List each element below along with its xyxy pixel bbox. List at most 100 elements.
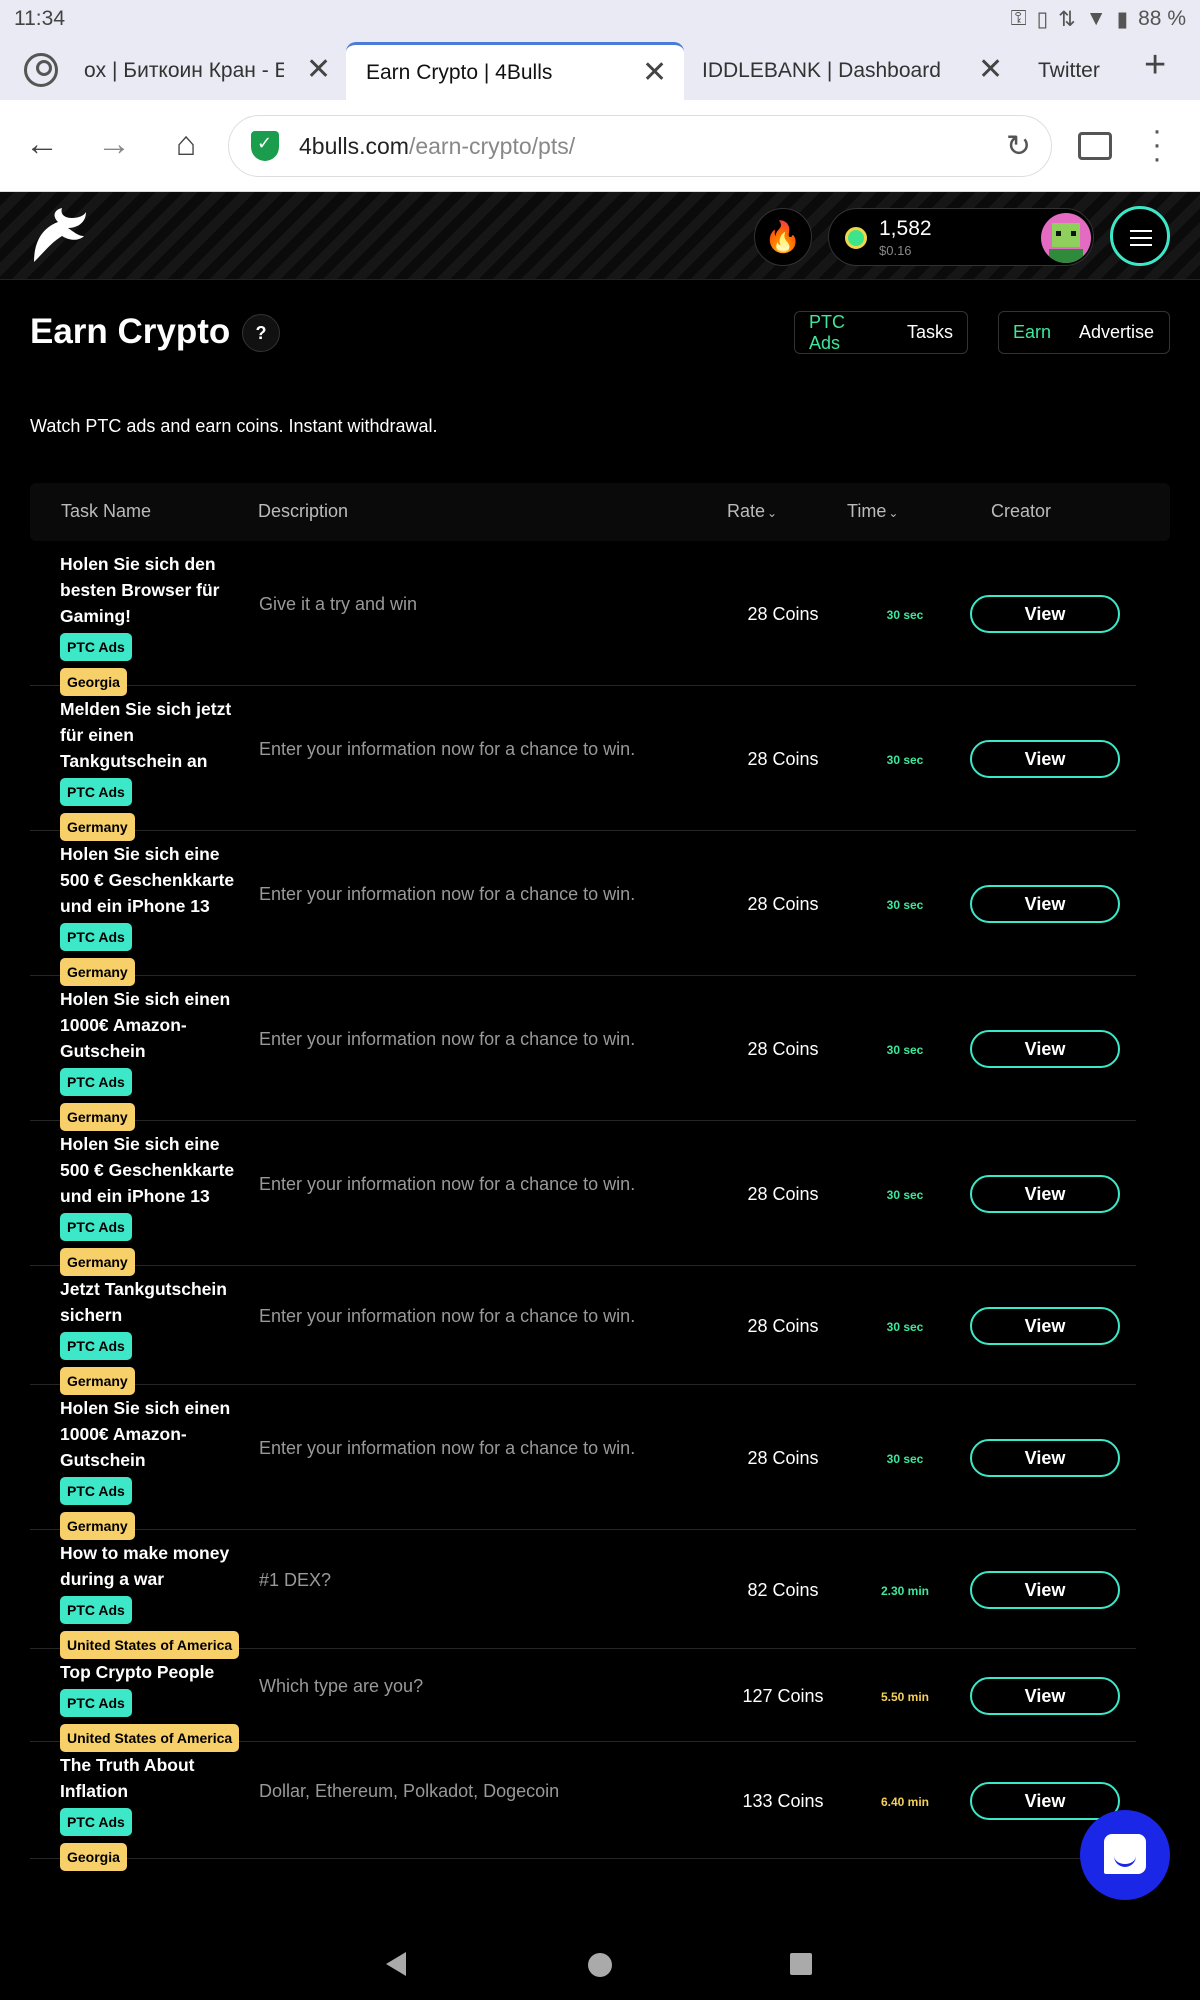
ad-type-badge: PTC Ads	[60, 1477, 132, 1505]
task-rate: 127 Coins	[742, 1685, 824, 1706]
close-icon[interactable]: ✕	[642, 55, 667, 90]
browser-tab[interactable]: ox | Биткоин Кран - Бе ✕	[84, 42, 336, 100]
browser-tab-active[interactable]: Earn Crypto | 4Bulls ✕	[346, 42, 684, 100]
view-button[interactable]: View	[970, 1676, 1120, 1715]
task-name-cell: Holen Sie sich eine 500 € Geschenkkarte …	[60, 841, 250, 989]
avatar-eyes	[1056, 231, 1076, 236]
system-recents-icon[interactable]	[790, 1953, 812, 1975]
view-button[interactable]: View	[970, 1438, 1120, 1477]
view-button[interactable]: View	[970, 884, 1120, 923]
task-description: Enter your information now for a chance …	[259, 738, 636, 759]
tab-label: ox | Биткоин Кран - Бе	[84, 59, 284, 82]
tab-advertise[interactable]: Advertise	[1065, 322, 1168, 343]
chat-icon	[1104, 1834, 1146, 1874]
task-name: Melden Sie sich jetzt für einen Tankguts…	[60, 699, 232, 771]
task-time: 30 sec	[886, 607, 924, 622]
task-description: Dollar, Ethereum, Polkadot, Dogecoin	[259, 1780, 560, 1801]
chat-button[interactable]	[1080, 1810, 1170, 1900]
column-rate-sort[interactable]: Rate ⌄	[727, 501, 777, 522]
column-time-sort[interactable]: Time ⌄	[847, 501, 898, 522]
task-time: 30 sec	[886, 1042, 924, 1057]
tab-switcher-icon[interactable]	[1078, 132, 1112, 160]
new-tab-button[interactable]: +	[1144, 44, 1166, 87]
ad-type-badge: PTC Ads	[60, 633, 132, 661]
fire-icon: 🔥	[764, 220, 802, 254]
reload-icon[interactable]: ↻	[1006, 129, 1031, 164]
ad-type-badge: PTC Ads	[60, 778, 132, 806]
vibrate-icon: ▯	[1036, 7, 1049, 31]
view-button[interactable]: View	[970, 1570, 1120, 1609]
system-home-icon[interactable]	[588, 1953, 612, 1977]
balance-amount: 1,582	[879, 217, 932, 240]
streak-fire-button[interactable]: 🔥	[754, 208, 812, 266]
view-button[interactable]: View	[970, 1029, 1120, 1068]
hamburger-line	[1130, 237, 1152, 239]
tab-earn[interactable]: Earn	[999, 322, 1065, 343]
view-button[interactable]: View	[970, 1781, 1120, 1820]
task-name-cell: Holen Sie sich eine 500 € Geschenkkarte …	[60, 1131, 250, 1279]
browser-tab[interactable]: Twitter	[1038, 42, 1138, 100]
key-icon: ⚿	[1010, 7, 1027, 30]
view-button[interactable]: View	[970, 1174, 1120, 1213]
mode-toggle: Earn Advertise	[998, 311, 1170, 354]
close-icon[interactable]: ✕	[306, 52, 331, 87]
task-description: Enter your information now for a chance …	[259, 1028, 636, 1049]
avatar[interactable]	[1041, 213, 1091, 263]
task-description: Enter your information now for a chance …	[259, 883, 636, 904]
home-icon[interactable]: ⌂	[164, 122, 208, 166]
task-name-cell: Holen Sie sich einen 1000€ Amazon-Gutsch…	[60, 986, 250, 1134]
table-row: Jetzt Tankgutschein sichern PTC Ads German…	[30, 1266, 1136, 1395]
address-bar[interactable]: 4bulls.com/earn-crypto/pts/ ↻	[228, 115, 1052, 177]
ad-type-toggle: PTC Ads Tasks	[794, 311, 968, 354]
table-row: Top Crypto People PTC Ads United States of…	[30, 1649, 1136, 1752]
forward-icon[interactable]: →	[92, 122, 136, 166]
task-name: Holen Sie sich eine 500 € Geschenkkarte …	[60, 844, 235, 916]
task-name: Top Crypto People	[60, 1662, 215, 1682]
data-icon: ⇅	[1058, 7, 1076, 31]
status-icons: ⚿ ▯ ⇅ ▼ ▮ 88 %	[1011, 7, 1186, 32]
clock: 11:34	[14, 7, 65, 30]
bull-logo-icon[interactable]	[28, 206, 88, 266]
balance-pill[interactable]: 1,582 $0.16	[828, 208, 1094, 266]
close-icon[interactable]: ✕	[978, 52, 1003, 87]
task-name: Holen Sie sich eine 500 € Geschenkkarte …	[60, 1134, 235, 1206]
view-button[interactable]: View	[970, 739, 1120, 778]
menu-button[interactable]	[1110, 206, 1170, 266]
ad-type-badge: PTC Ads	[60, 1596, 132, 1624]
balance-usd: $0.16	[879, 243, 912, 258]
table-row: How to make money during a war PTC Ads Uni…	[30, 1530, 1136, 1659]
task-time: 5.50 min	[880, 1689, 930, 1704]
system-nav-bar	[0, 1928, 1200, 2000]
task-rate: 28 Coins	[747, 1315, 819, 1336]
task-rate: 133 Coins	[742, 1790, 824, 1811]
task-name-cell: Melden Sie sich jetzt für einen Tankguts…	[60, 696, 250, 844]
site-header: 🔥 1,582 $0.16	[0, 192, 1200, 280]
table-row: Holen Sie sich eine 500 € Geschenkkarte …	[30, 831, 1136, 986]
table-row: The Truth About Inflation PTC Ads Georgia D…	[30, 1742, 1136, 1871]
tab-ptc-ads[interactable]: PTC Ads	[795, 312, 893, 354]
tab-tasks[interactable]: Tasks	[893, 322, 967, 343]
view-button[interactable]: View	[970, 594, 1120, 633]
account-icon[interactable]	[24, 53, 58, 87]
task-name-cell: Jetzt Tankgutschein sichern PTC Ads German…	[60, 1276, 250, 1398]
table-row: Holen Sie sich einen 1000€ Amazon-Gutsch…	[30, 976, 1136, 1131]
system-back-icon[interactable]	[386, 1952, 406, 1976]
tab-strip: ox | Биткоин Кран - Бе ✕ Earn Crypto | 4…	[0, 38, 1200, 100]
task-name: How to make money during a war	[60, 1543, 230, 1589]
ad-type-badge: PTC Ads	[60, 1213, 132, 1241]
back-icon[interactable]: ←	[20, 122, 64, 166]
task-description: Which type are you?	[259, 1675, 424, 1696]
view-button[interactable]: View	[970, 1306, 1120, 1345]
more-menu-icon[interactable]: · · ·	[1152, 116, 1162, 174]
browser-tab[interactable]: IDDLEBANK | Dashboard ✕	[702, 42, 1003, 100]
hamburger-line	[1130, 230, 1152, 232]
help-button[interactable]: ?	[242, 314, 280, 352]
column-time: Time	[847, 501, 887, 521]
toolbar: ← → ⌂ 4bulls.com/earn-crypto/pts/ ↻ ···	[0, 100, 1200, 192]
task-name: Holen Sie sich einen 1000€ Amazon-Gutsch…	[60, 989, 231, 1061]
task-rate: 28 Coins	[747, 748, 819, 769]
task-time: 30 sec	[886, 1319, 924, 1334]
table-row: Holen Sie sich den besten Browser für Ga…	[30, 541, 1136, 696]
column-rate: Rate	[727, 501, 766, 521]
badges: PTC Ads Georgia	[60, 1804, 250, 1871]
